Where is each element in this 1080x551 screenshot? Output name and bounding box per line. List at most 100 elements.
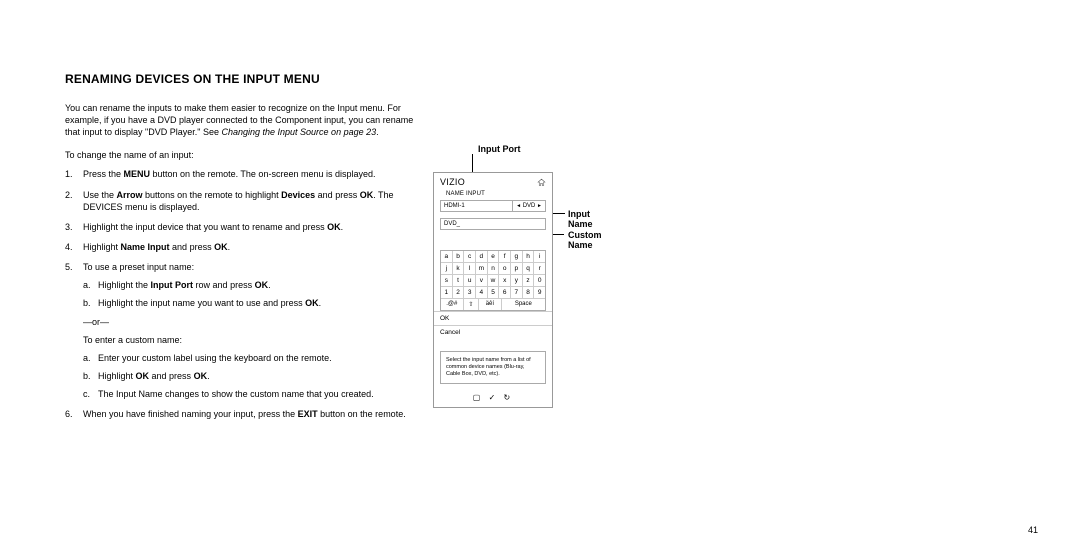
kb-key: d xyxy=(476,251,488,263)
step-text: To use a preset input name: xyxy=(83,262,194,272)
osd-panel: VIZIO NAME INPUT HDMI-1 ◄ DVD ► DVD_ abc… xyxy=(433,172,553,408)
kb-key: 4 xyxy=(476,287,488,299)
kb-key-space: Space xyxy=(502,299,545,310)
kb-key: f xyxy=(499,251,511,263)
step-bold: Input Port xyxy=(151,280,194,290)
step-bold: OK xyxy=(360,190,374,200)
kb-row-special: .@# ⇧ äêí Space xyxy=(441,299,545,310)
osd-input-name: DVD xyxy=(523,203,536,209)
kb-key: 9 xyxy=(534,287,545,299)
sub-list-custom: Enter your custom label using the keyboa… xyxy=(83,352,425,400)
step-bold: OK xyxy=(255,280,269,290)
osd-keyboard: abcdefghi jklmnopqr stuvwxyz0 123456789 … xyxy=(440,250,546,311)
step-text: row and press xyxy=(193,280,255,290)
step-bold: OK xyxy=(136,371,150,381)
step-bold: Arrow xyxy=(117,190,143,200)
kb-key: y xyxy=(511,275,523,287)
kb-key: a xyxy=(441,251,453,263)
page-number: 41 xyxy=(1028,525,1038,535)
callout-input-port: Input Port xyxy=(478,144,521,154)
step-text: . xyxy=(319,298,322,308)
kb-key: 2 xyxy=(453,287,465,299)
step-text: . xyxy=(341,222,344,232)
sub-item-b: Highlight the input name you want to use… xyxy=(83,297,425,309)
kb-key: z xyxy=(523,275,535,287)
kb-key: p xyxy=(511,263,523,275)
step-bold: MENU xyxy=(124,169,151,179)
osd-brand: VIZIO xyxy=(440,177,465,187)
osd-header: VIZIO xyxy=(434,173,552,191)
kb-key: l xyxy=(464,263,476,275)
step-text: and press xyxy=(149,371,194,381)
step-text: . xyxy=(268,280,271,290)
step-text: button on the remote. xyxy=(318,409,406,419)
kb-key: s xyxy=(441,275,453,287)
osd-port: HDMI-1 xyxy=(441,201,513,211)
kb-key: x xyxy=(499,275,511,287)
lead-in-text: To change the name of an input: xyxy=(65,150,425,160)
step-text: Press the xyxy=(83,169,124,179)
steps-list: Press the MENU button on the remote. The… xyxy=(65,168,425,420)
kb-key-accent: äêí xyxy=(479,299,502,310)
kb-key: v xyxy=(476,275,488,287)
osd-ok: OK xyxy=(434,311,552,325)
sub-item-cb: Highlight OK and press OK. xyxy=(83,370,425,382)
kb-key: c xyxy=(464,251,476,263)
step-text: Highlight xyxy=(83,242,121,252)
sub-item-cc: The Input Name changes to show the custo… xyxy=(83,388,425,400)
step-5: To use a preset input name: Highlight th… xyxy=(65,261,425,400)
osd-custom-field: DVD_ xyxy=(440,218,546,230)
kb-key: u xyxy=(464,275,476,287)
kb-key: j xyxy=(441,263,453,275)
step-text: Highlight the input device that you want… xyxy=(83,222,327,232)
osd-help-text: Select the input name from a list of com… xyxy=(440,351,546,384)
step-6: When you have finished naming your input… xyxy=(65,408,425,420)
osd-input-row: HDMI-1 ◄ DVD ► xyxy=(440,200,546,212)
footer-icon-b: ✓ xyxy=(489,393,499,402)
step-1: Press the MENU button on the remote. The… xyxy=(65,168,425,180)
kb-key: h xyxy=(523,251,535,263)
kb-key: o xyxy=(499,263,511,275)
step-4: Highlight Name Input and press OK. xyxy=(65,241,425,253)
step-text: Enter your custom label using the keyboa… xyxy=(98,353,332,363)
kb-key-symbols: .@# xyxy=(441,299,464,310)
kb-key: 6 xyxy=(499,287,511,299)
kb-key: b xyxy=(453,251,465,263)
step-bold: OK xyxy=(214,242,228,252)
kb-key: n xyxy=(488,263,500,275)
step-text: and press xyxy=(315,190,360,200)
intro-reference: Changing the Input Source on page 23 xyxy=(221,127,376,137)
step-text: buttons on the remote to highlight xyxy=(143,190,282,200)
kb-key: k xyxy=(453,263,465,275)
step-text: Highlight xyxy=(98,371,136,381)
osd-cancel: Cancel xyxy=(434,325,552,339)
step-bold: OK xyxy=(327,222,341,232)
callout-custom-name: Custom Name xyxy=(568,230,602,250)
instructions-column: RENAMING DEVICES ON THE INPUT MENU You c… xyxy=(65,72,425,428)
sub-item-ca: Enter your custom label using the keyboa… xyxy=(83,352,425,364)
kb-key: 8 xyxy=(523,287,535,299)
sub-list-preset: Highlight the Input Port row and press O… xyxy=(83,279,425,309)
kb-key: r xyxy=(534,263,545,275)
kb-key: g xyxy=(511,251,523,263)
kb-key: m xyxy=(476,263,488,275)
osd-preview-column: Input Port Input Name Custom Name VIZIO … xyxy=(433,72,553,428)
step-text: and press xyxy=(170,242,215,252)
kb-key: w xyxy=(488,275,500,287)
step-3: Highlight the input device that you want… xyxy=(65,221,425,233)
kb-key-shift: ⇧ xyxy=(464,299,479,310)
kb-key: 1 xyxy=(441,287,453,299)
step-text: . xyxy=(207,371,210,381)
step-text: Highlight the xyxy=(98,280,151,290)
kb-key: i xyxy=(534,251,545,263)
intro-paragraph: You can rename the inputs to make them e… xyxy=(65,102,425,138)
step-text: When you have finished naming your input… xyxy=(83,409,298,419)
step-text: button on the remote. The on-screen menu… xyxy=(150,169,375,179)
step-2: Use the Arrow buttons on the remote to h… xyxy=(65,189,425,213)
or-separator: —or— xyxy=(83,316,425,328)
step-text: The Input Name changes to show the custo… xyxy=(98,389,374,399)
kb-key: 0 xyxy=(534,275,545,287)
step-bold: OK xyxy=(194,371,208,381)
intro-end: . xyxy=(376,127,379,137)
step-bold: EXIT xyxy=(298,409,318,419)
